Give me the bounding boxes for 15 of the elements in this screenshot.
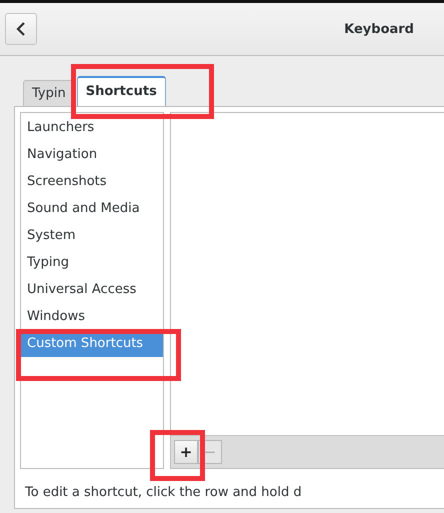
section-item[interactable]: Launchers — [21, 114, 163, 141]
highlight-frame — [150, 430, 205, 481]
add-button[interactable]: + — [174, 440, 198, 464]
tab[interactable]: Shortcuts — [76, 76, 166, 106]
hint-text: To edit a shortcut, click the row and hold d — [24, 484, 303, 500]
section-item[interactable]: Sound and Media — [21, 195, 163, 222]
window-title: Keyboard — [344, 22, 414, 36]
section-item[interactable]: Windows — [21, 303, 163, 330]
back-button[interactable] — [5, 13, 37, 45]
back-icon — [16, 22, 26, 36]
section-item[interactable]: Universal Access — [21, 276, 163, 303]
section-item[interactable]: Typing — [21, 249, 163, 276]
section-item[interactable]: Navigation — [21, 141, 163, 168]
section-item[interactable]: Screenshots — [21, 168, 163, 195]
section-item[interactable]: System — [21, 222, 163, 249]
